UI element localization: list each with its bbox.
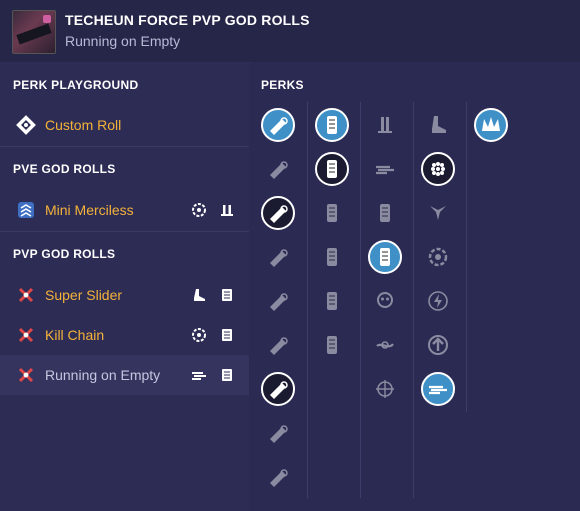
mag-perk-icon[interactable] — [368, 196, 402, 230]
bolts-perk-icon[interactable] — [368, 108, 402, 142]
barrel-perk-icon[interactable] — [261, 240, 295, 274]
bolts-perk-icon — [221, 205, 233, 216]
section-heading-perk-playground: PERK PLAYGROUND — [13, 78, 139, 92]
roll-perks — [191, 202, 235, 218]
weapon-thumbnail — [12, 10, 56, 54]
perk-column-divider — [466, 102, 467, 412]
perk-column-divider — [413, 102, 414, 498]
perk-column-divider — [360, 102, 361, 498]
barrel-perk-icon[interactable] — [261, 460, 295, 494]
dash-perk-icon — [192, 372, 206, 380]
barrel-perk-icon[interactable] — [261, 196, 295, 230]
dots-perk-icon[interactable] — [421, 152, 455, 186]
crossed-x-icon — [18, 327, 34, 343]
target-perk-icon[interactable] — [368, 372, 402, 406]
roll-row-running-on-empty[interactable]: Running on Empty — [0, 355, 249, 395]
crown-perk-icon[interactable] — [474, 108, 508, 142]
page-subtitle: Running on Empty — [65, 33, 181, 49]
perks-panel: PERKS — [250, 62, 580, 511]
page-title: TECHEUN FORCE PVP GOD ROLLS — [65, 12, 310, 28]
divider — [0, 146, 249, 147]
mag-perk-icon[interactable] — [315, 196, 349, 230]
diamond-target-icon — [16, 115, 36, 135]
roll-label: Mini Merciless — [45, 202, 134, 218]
mag-perk-icon[interactable] — [315, 284, 349, 318]
chevrons-icon — [18, 202, 34, 218]
cog-perk-icon[interactable] — [421, 240, 455, 274]
crossed-x-icon — [18, 287, 34, 303]
barrel-perk-icon[interactable] — [261, 108, 295, 142]
roll-perks — [191, 287, 235, 303]
header: TECHEUN FORCE PVP GOD ROLLS Running on E… — [0, 0, 580, 63]
dash-perk-icon[interactable] — [368, 152, 402, 186]
roll-perks — [191, 367, 235, 383]
barrel-perk-icon[interactable] — [261, 416, 295, 450]
skull-perk-icon[interactable] — [368, 284, 402, 318]
mag-perk-icon[interactable] — [315, 152, 349, 186]
section-heading-pvp-god-rolls: PVP GOD ROLLS — [13, 247, 116, 261]
roll-label: Custom Roll — [45, 117, 122, 133]
mag-perk-icon[interactable] — [315, 328, 349, 362]
boot-perk-icon — [194, 289, 205, 301]
barrel-perk-icon[interactable] — [261, 284, 295, 318]
roll-label: Running on Empty — [45, 367, 161, 383]
mag-perk-icon — [222, 369, 232, 381]
mag-perk-icon — [222, 289, 232, 301]
roll-perks — [191, 327, 235, 343]
divider — [0, 231, 249, 232]
perks-heading: PERKS — [261, 78, 304, 92]
bolt-perk-icon[interactable] — [421, 284, 455, 318]
cog-perk-icon — [192, 203, 206, 217]
boot-perk-icon[interactable] — [421, 108, 455, 142]
mag-perk-icon — [222, 329, 232, 341]
roll-label: Kill Chain — [45, 327, 105, 343]
roll-label: Super Slider — [45, 287, 123, 303]
barrel-perk-icon[interactable] — [261, 372, 295, 406]
horns-perk-icon[interactable] — [421, 196, 455, 230]
perk-column-divider — [307, 102, 308, 498]
mag-perk-icon[interactable] — [315, 240, 349, 274]
dash-perk-icon[interactable] — [421, 372, 455, 406]
cog-perk-icon — [192, 328, 206, 342]
barrel-perk-icon[interactable] — [261, 328, 295, 362]
roll-sidebar: PERK PLAYGROUND Custom Roll PVE GOD ROLL… — [0, 62, 249, 511]
barrel-perk-icon[interactable] — [261, 152, 295, 186]
arrow-up-perk-icon[interactable] — [421, 328, 455, 362]
roll-row-mini-merciless[interactable]: Mini Merciless — [0, 190, 249, 230]
link-perk-icon[interactable] — [368, 328, 402, 362]
mag-perk-icon[interactable] — [368, 240, 402, 274]
roll-row-super-slider[interactable]: Super Slider — [0, 275, 249, 315]
section-heading-pve-god-rolls: PVE GOD ROLLS — [13, 162, 116, 176]
crossed-x-icon — [18, 367, 34, 383]
roll-row-custom-roll[interactable]: Custom Roll — [0, 105, 249, 145]
mag-perk-icon[interactable] — [315, 108, 349, 142]
roll-row-kill-chain[interactable]: Kill Chain — [0, 315, 249, 355]
